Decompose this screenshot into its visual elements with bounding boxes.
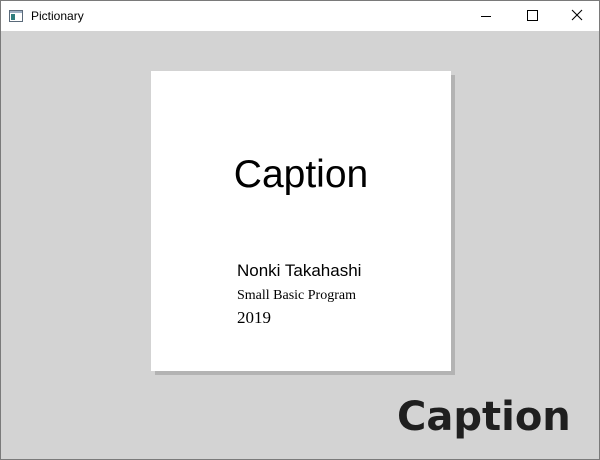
card-program: Small Basic Program xyxy=(237,288,356,303)
card-caption: Caption xyxy=(233,153,369,196)
graphics-canvas[interactable]: Caption Nonki Takahashi Small Basic Prog… xyxy=(1,31,599,459)
window-title: Pictionary xyxy=(31,9,84,23)
app-window-icon[interactable] xyxy=(9,10,23,22)
app-window: Pictionary Caption Nonki Takahashi Small… xyxy=(0,0,600,460)
minimize-icon xyxy=(481,16,491,17)
close-button[interactable] xyxy=(555,1,599,31)
card-year: 2019 xyxy=(237,308,271,327)
close-icon xyxy=(571,9,583,21)
minimize-button[interactable] xyxy=(463,1,509,31)
title-bar[interactable]: Pictionary xyxy=(1,1,599,31)
maximize-icon xyxy=(527,10,538,21)
overlay-caption: Caption xyxy=(397,394,571,440)
card-author: Nonki Takahashi xyxy=(237,261,362,280)
maximize-button[interactable] xyxy=(509,1,555,31)
picture-card: Caption Nonki Takahashi Small Basic Prog… xyxy=(151,71,451,371)
